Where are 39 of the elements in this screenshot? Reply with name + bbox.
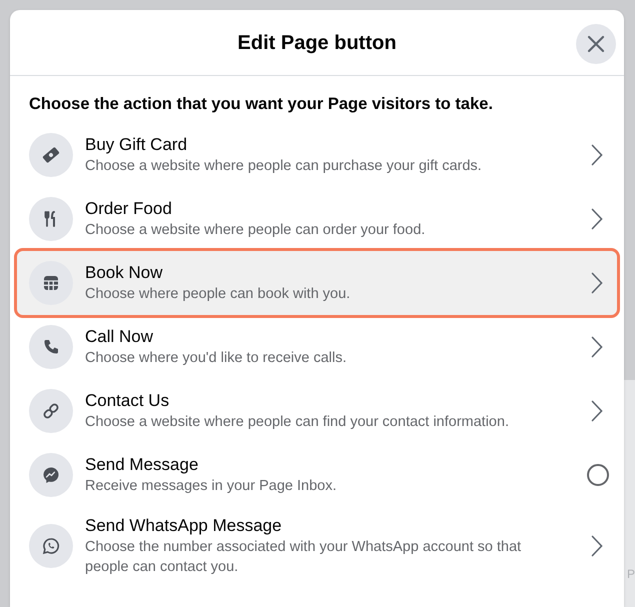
option-description: Choose a website where people can find your contact information. (85, 412, 510, 432)
radio-button[interactable] (587, 464, 609, 486)
close-button[interactable] (576, 24, 616, 64)
option-title: Send Message (85, 454, 200, 476)
option-title: Contact Us (85, 390, 170, 412)
option-title: Book Now (85, 262, 164, 284)
option-description: Choose a website where people can purchase your gift cards. (85, 156, 483, 176)
option-icon (29, 260, 73, 305)
chevron-right-icon (591, 534, 603, 557)
option-description: Choose a website where people can order your food. (85, 220, 426, 240)
option-icon (29, 388, 73, 433)
option-title: Send WhatsApp Message (85, 514, 283, 537)
chevron-right-icon (591, 336, 603, 358)
chevron-right-icon (591, 144, 603, 166)
chevron-right-icon (591, 272, 603, 294)
option-icon (29, 324, 73, 369)
dialog-title: Edit Page button (238, 30, 396, 56)
option-icon (29, 196, 73, 241)
action-option[interactable]: Book Now Choose where people can book with you. (17, 250, 617, 315)
instruction-text: Choose the action that you want your Page visitors to take. (28, 94, 494, 115)
action-option[interactable]: Buy Gift Card Choose a website where people can purchase your gift cards. (17, 122, 617, 187)
option-title: Call Now (85, 326, 154, 348)
option-description: Choose the number associated with your WhatsApp account so that people can contact you. (85, 538, 522, 577)
action-option[interactable]: Send Message Receive messages in your Page Inbox. (17, 442, 617, 507)
option-description: Choose where people can book with you. (85, 284, 352, 304)
option-icon (29, 452, 73, 497)
chevron-right-icon (591, 400, 603, 422)
option-title: Buy Gift Card (85, 134, 188, 156)
chevron-right-icon (591, 208, 603, 230)
option-title: Order Food (85, 198, 173, 220)
option-icon (29, 132, 73, 177)
option-icon (29, 524, 73, 568)
action-option[interactable]: Order Food Choose a website where people can order your food. (17, 186, 617, 251)
action-option[interactable]: Contact Us Choose a website where people can find your contact information. (17, 378, 617, 443)
option-description: Choose where you'd like to receive calls. (85, 348, 348, 368)
action-option[interactable]: Call Now Choose where you'd like to receive calls. (17, 314, 617, 379)
close-icon (587, 35, 605, 53)
option-description: Receive messages in your Page Inbox. (85, 476, 338, 496)
action-option[interactable]: Send WhatsApp Message Choose the number associated with your WhatsApp account so that people can contact you. (17, 506, 617, 585)
